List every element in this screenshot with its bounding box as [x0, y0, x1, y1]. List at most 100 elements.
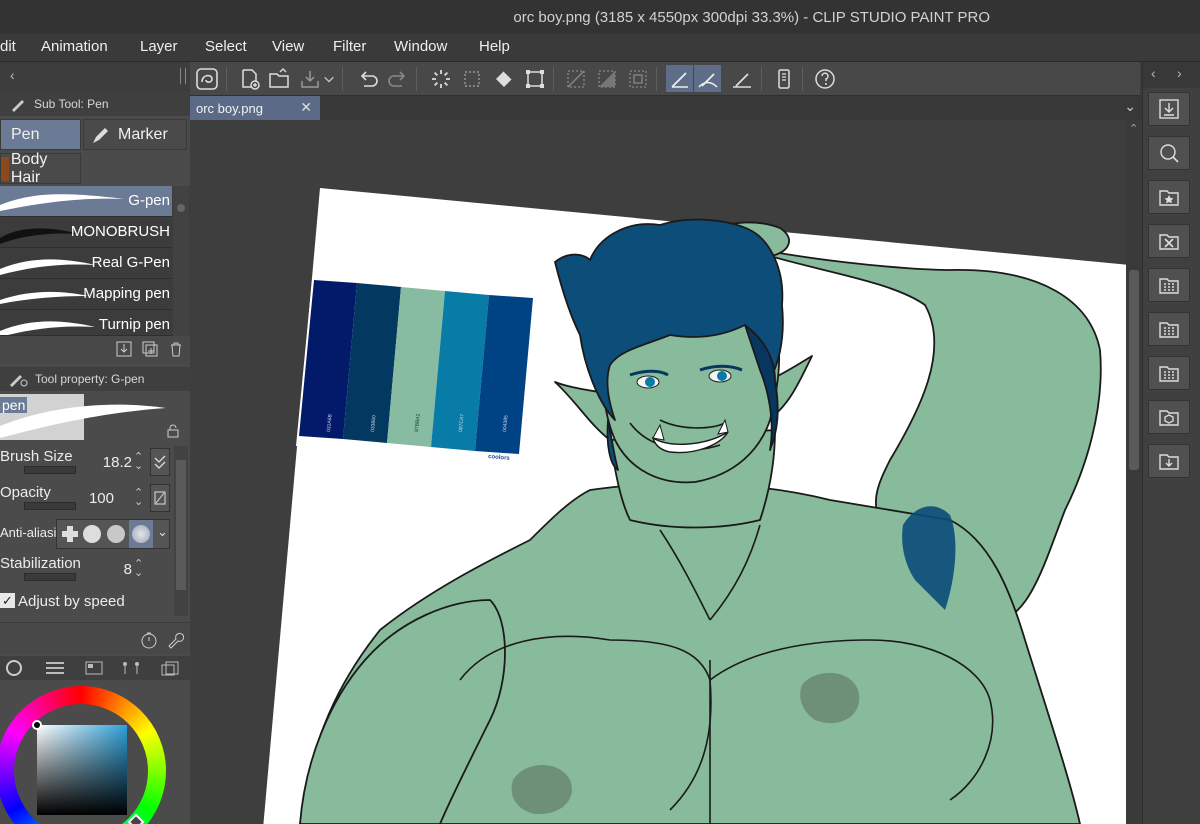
menu-edit[interactable]: dit [0, 38, 16, 55]
duplicate-icon[interactable] [142, 341, 158, 357]
color-history-tab-icon[interactable] [160, 660, 182, 676]
loading-spinner-icon[interactable] [427, 65, 454, 92]
opacity-stepper-icon[interactable]: ⌃ ⌄ [134, 488, 143, 508]
canvas-area[interactable]: coolors 031A6B 033860 87BBA2 087CA7 004385 [190, 120, 1126, 824]
chevron-left-icon[interactable]: ‹ [10, 67, 15, 83]
adjust-by-speed-checkbox[interactable]: ✓ [0, 593, 15, 608]
menu-filter[interactable]: Filter [333, 38, 366, 55]
opacity-value[interactable]: 100 [89, 490, 114, 507]
snap-to-grid-icon[interactable] [728, 65, 755, 92]
brush-size-slider[interactable] [24, 466, 76, 474]
brush-list-scrollbar[interactable] [173, 186, 189, 336]
title-bar: orc boy.png (3185 x 4550px 300dpi 33.3%)… [0, 0, 1200, 34]
import-icon[interactable] [116, 341, 132, 357]
export-dropdown-icon[interactable] [322, 65, 336, 92]
tab-pen[interactable]: Pen [0, 119, 81, 150]
material-grid-2-button[interactable] [1148, 312, 1190, 346]
brush-item-real-g-pen[interactable]: Real G-Pen [0, 248, 172, 279]
aa-weak-icon[interactable] [83, 525, 101, 543]
select-layer-icon[interactable] [458, 65, 485, 92]
opacity-label: Opacity [0, 484, 51, 501]
new-file-icon[interactable] [236, 65, 263, 92]
clip-studio-icon[interactable] [193, 65, 220, 92]
menu-layer[interactable]: Layer [140, 38, 178, 55]
aa-medium-icon[interactable] [107, 525, 125, 543]
import-icon [1159, 99, 1179, 119]
export-icon[interactable] [296, 65, 323, 92]
chevron-left-icon[interactable]: ‹ [1151, 65, 1156, 81]
download-material-button[interactable] [1148, 444, 1190, 478]
selection-border-icon[interactable] [624, 65, 651, 92]
stroke-preview-icon [0, 321, 95, 335]
brush-item-g-pen[interactable]: G-pen [0, 186, 172, 217]
menu-animation[interactable]: Animation [41, 38, 108, 55]
opacity-slider[interactable] [24, 502, 76, 510]
chevron-down-icon[interactable]: ⌄ [157, 524, 168, 540]
timer-icon[interactable] [140, 631, 158, 649]
color-picker-handle[interactable] [32, 720, 42, 730]
brush-item-monobrush[interactable]: MONOBRUSH [0, 217, 172, 248]
stabilization-label: Stabilization [0, 555, 81, 572]
brush-item-mapping-pen[interactable]: Mapping pen [0, 279, 172, 310]
stabilization-slider[interactable] [24, 573, 76, 581]
tab-list-chevron-icon[interactable]: ⌄ [1124, 98, 1136, 115]
material-grid-button[interactable] [1148, 268, 1190, 302]
smartphone-icon[interactable] [770, 65, 797, 92]
grip-icon[interactable] [180, 68, 186, 84]
scroll-up-icon[interactable]: ⌃ [1129, 122, 1138, 135]
transform-icon[interactable] [521, 65, 548, 92]
import-material-button[interactable] [1148, 92, 1190, 126]
pressure-settings-icon[interactable] [150, 448, 170, 476]
left-panel: ‹ Sub Tool: Pen Pen Marker Body Hair G-p… [0, 62, 190, 824]
brush-size-stepper-icon[interactable]: ⌃ ⌄ [134, 452, 143, 472]
stabilization-value[interactable]: 8 [124, 561, 132, 578]
menu-window[interactable]: Window [394, 38, 447, 55]
menu-select[interactable]: Select [205, 38, 247, 55]
close-materials-button[interactable] [1148, 224, 1190, 258]
menu-view[interactable]: View [272, 38, 304, 55]
menu-help[interactable]: Help [479, 38, 510, 55]
invert-selection-icon[interactable] [593, 65, 620, 92]
aa-none-icon[interactable] [61, 525, 79, 543]
color-set-tab-icon[interactable] [84, 660, 104, 676]
properties-scrollbar[interactable] [174, 446, 188, 616]
open-folder-icon[interactable] [265, 65, 292, 92]
saturation-value-square[interactable] [37, 725, 127, 815]
clear-selection-icon[interactable] [562, 65, 589, 92]
snap-to-ruler-icon[interactable] [666, 65, 693, 92]
favorite-materials-button[interactable] [1148, 180, 1190, 214]
stabilization-stepper-icon[interactable]: ⌃ ⌄ [134, 559, 143, 579]
brush-size-label: Brush Size [0, 448, 73, 465]
chevron-right-icon[interactable]: › [1177, 65, 1182, 81]
3d-material-button[interactable] [1148, 400, 1190, 434]
aa-strong-icon [132, 525, 150, 543]
tab-marker[interactable]: Marker [83, 119, 187, 150]
lock-icon[interactable] [166, 424, 180, 438]
fill-bucket-icon[interactable] [490, 65, 517, 92]
intermediate-color-tab-icon[interactable] [120, 660, 142, 676]
scrollbar-thumb[interactable] [1129, 270, 1139, 470]
anti-aliasing-row: Anti-aliasin ⌄ [0, 517, 172, 552]
snap-to-special-ruler-icon[interactable] [694, 65, 721, 92]
redo-icon[interactable] [384, 65, 411, 92]
brush-item-turnip-pen[interactable]: Turnip pen [0, 310, 172, 336]
anti-aliasing-label: Anti-aliasin [0, 525, 64, 540]
navigator-button[interactable] [1148, 136, 1190, 170]
color-slider-tab-icon[interactable] [44, 660, 66, 676]
close-tab-icon[interactable]: ✕ [300, 99, 312, 116]
canvas-vertical-scrollbar[interactable]: ⌃ [1126, 120, 1142, 824]
undo-icon[interactable] [354, 65, 381, 92]
material-grid-3-button[interactable] [1148, 356, 1190, 390]
brush-size-row: Brush Size 18.2 ⌃ ⌄ [0, 446, 172, 481]
document-tab[interactable]: orc boy.png ✕ [190, 96, 320, 120]
tab-body-hair[interactable]: Body Hair [0, 151, 81, 186]
trash-icon[interactable] [168, 341, 184, 357]
anti-aliasing-selector[interactable]: ⌄ [56, 519, 170, 549]
aa-strong-option[interactable] [129, 520, 153, 548]
help-icon[interactable] [811, 65, 838, 92]
opacity-effect-icon[interactable] [150, 484, 170, 512]
brush-size-value[interactable]: 18.2 [103, 454, 132, 471]
tab-pen-label: Pen [11, 125, 40, 143]
color-wheel-tab-icon[interactable] [6, 660, 22, 676]
wrench-icon[interactable] [166, 631, 185, 649]
